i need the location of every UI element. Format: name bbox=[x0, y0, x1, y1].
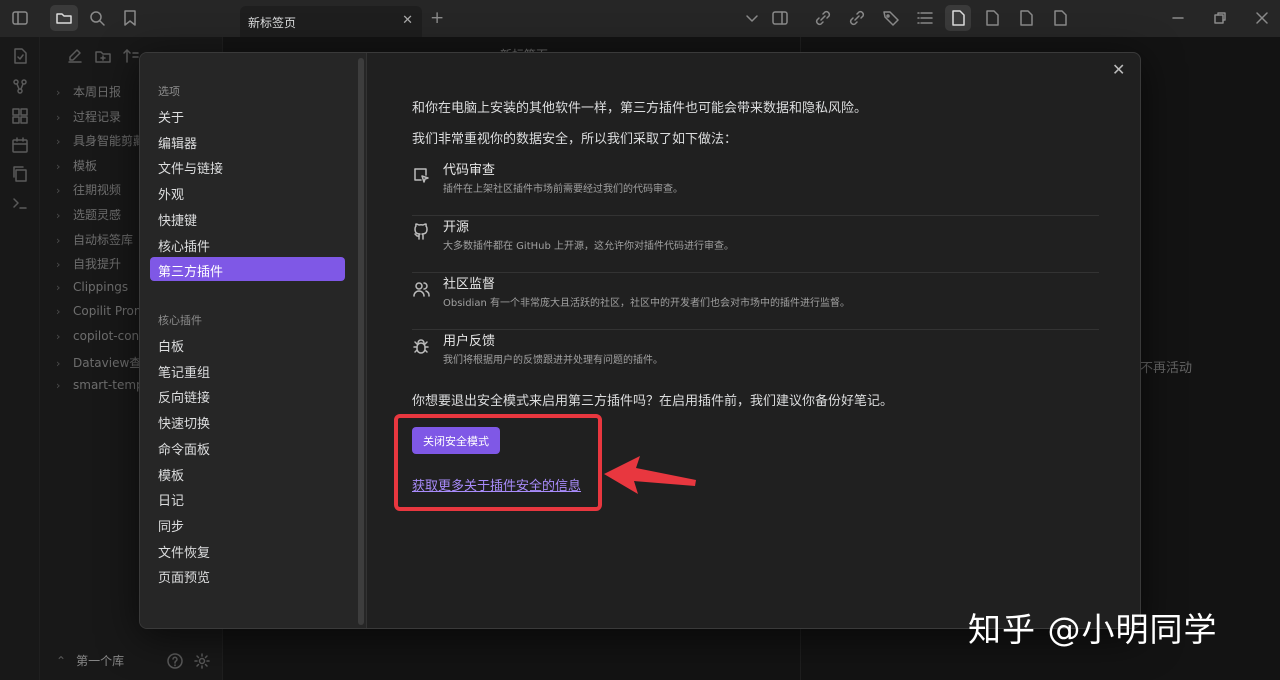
feature-description: 我们将根据用户的反馈跟进并处理有问题的插件。 bbox=[443, 355, 663, 366]
sidebar-scrollbar[interactable] bbox=[358, 58, 364, 625]
annotation-highlight-box bbox=[394, 414, 602, 511]
users-icon bbox=[412, 280, 430, 298]
security-feature-item: 开源大多数插件都在 GitHub 上开源，这允许你对插件代码进行审查。 bbox=[412, 216, 1099, 273]
chevron-down-icon[interactable] bbox=[743, 9, 761, 27]
list-icon[interactable] bbox=[916, 9, 934, 27]
settings-nav-item[interactable]: 第三方插件 bbox=[150, 257, 345, 282]
core-plugin-nav-item[interactable]: 命令面板 bbox=[150, 435, 345, 459]
github-icon bbox=[412, 223, 430, 241]
section-header-options: 选项 bbox=[158, 85, 180, 98]
settings-sidebar: 选项 关于 编辑器 文件与链接 外观 快捷键 核心插件 第三方插件 核心插件 白板 笔记重组反… bbox=[140, 53, 367, 628]
security-feature-item: 用户反馈我们将根据用户的反馈跟进并处理有问题的插件。 bbox=[412, 330, 1099, 387]
outgoing-link-icon[interactable] bbox=[848, 9, 866, 27]
settings-modal: 选项 关于 编辑器 文件与链接 外观 快捷键 核心插件 第三方插件 核心插件 白板 笔记重组反… bbox=[139, 52, 1141, 629]
feature-description: Obsidian 有一个非常庞大且活跃的社区，社区中的开发者们也会对市场中的插件… bbox=[443, 298, 850, 309]
file-icon[interactable] bbox=[1017, 9, 1035, 27]
intro-text: 和你在电脑上安装的其他软件一样，第三方插件也可能会带来数据和隐私风险。 bbox=[412, 101, 868, 116]
core-plugin-nav-item[interactable]: 页面预览 bbox=[150, 563, 345, 587]
modal-close-icon[interactable]: ✕ bbox=[1112, 60, 1125, 79]
bookmark-icon[interactable] bbox=[121, 9, 139, 27]
feature-title: 用户反馈 bbox=[443, 334, 496, 349]
settings-nav-item[interactable]: 快捷键 bbox=[150, 206, 345, 230]
search-icon[interactable] bbox=[88, 9, 106, 27]
tab-title: 新标签页 bbox=[248, 16, 297, 30]
core-plugin-nav-item[interactable]: 日记 bbox=[150, 486, 345, 510]
section-header-core-plugins: 核心插件 bbox=[158, 314, 202, 327]
settings-nav-item[interactable]: 核心插件 bbox=[150, 232, 345, 256]
core-plugin-nav-item[interactable]: 同步 bbox=[150, 512, 345, 536]
bug-icon bbox=[412, 337, 430, 355]
tab-new[interactable]: 新标签页 ✕ bbox=[240, 6, 422, 37]
file-icon[interactable] bbox=[1051, 9, 1069, 27]
security-feature-item: 社区监督 Obsidian 有一个非常庞大且活跃的社区，社区中的开发者们也会对市场… bbox=[412, 273, 1099, 330]
feature-title: 开源 bbox=[443, 220, 470, 235]
minimize-icon[interactable] bbox=[1169, 9, 1187, 27]
title-bar: 新标签页 ✕ + bbox=[0, 0, 1280, 37]
measures-intro-text: 我们非常重视你的数据安全，所以我们采取了如下做法： bbox=[412, 132, 738, 147]
settings-nav-item[interactable]: 外观 bbox=[150, 180, 345, 204]
core-plugin-nav-item[interactable]: 白板 bbox=[150, 332, 345, 356]
settings-nav-item[interactable]: 编辑器 bbox=[150, 129, 345, 153]
settings-nav-item[interactable]: 文件与链接 bbox=[150, 154, 345, 178]
file-icon-active[interactable] bbox=[945, 5, 971, 31]
tab-close-icon[interactable]: ✕ bbox=[402, 13, 413, 28]
settings-nav-item[interactable]: 关于 bbox=[150, 103, 345, 127]
window-close-icon[interactable] bbox=[1253, 9, 1271, 27]
security-feature-item: 代码审查插件在上架社区插件市场前需要经过我们的代码审查。 bbox=[412, 159, 1099, 216]
tags-icon[interactable] bbox=[882, 9, 900, 27]
core-plugin-nav-item[interactable]: 文件恢复 bbox=[150, 538, 345, 562]
core-plugin-nav-item[interactable]: 快速切换 bbox=[150, 409, 345, 433]
question-text: 你想要退出安全模式来启用第三方插件吗？在启用插件前，我们建议你备份好笔记。 bbox=[412, 394, 894, 409]
new-tab-icon[interactable]: + bbox=[430, 8, 444, 28]
feature-title: 代码审查 bbox=[443, 163, 496, 178]
feature-description: 插件在上架社区插件市场前需要经过我们的代码审查。 bbox=[443, 184, 683, 195]
folder-icon[interactable] bbox=[50, 5, 78, 31]
right-sidebar-toggle-icon[interactable] bbox=[771, 9, 789, 27]
core-plugin-nav-item[interactable]: 反向链接 bbox=[150, 383, 345, 407]
annotation-arrow-icon bbox=[600, 450, 700, 498]
review-cursor-icon bbox=[412, 166, 430, 184]
sidebar-toggle-icon[interactable] bbox=[11, 9, 29, 27]
core-plugin-nav-item[interactable]: 笔记重组 bbox=[150, 358, 345, 382]
file-icon[interactable] bbox=[983, 9, 1001, 27]
feature-description: 大多数插件都在 GitHub 上开源，这允许你对插件代码进行审查。 bbox=[443, 241, 735, 252]
restore-icon[interactable] bbox=[1211, 9, 1229, 27]
feature-title: 社区监督 bbox=[443, 277, 496, 292]
watermark: 知乎 @小明同学 bbox=[968, 610, 1218, 649]
link-icon[interactable] bbox=[814, 9, 832, 27]
core-plugin-nav-item[interactable]: 模板 bbox=[150, 461, 345, 485]
